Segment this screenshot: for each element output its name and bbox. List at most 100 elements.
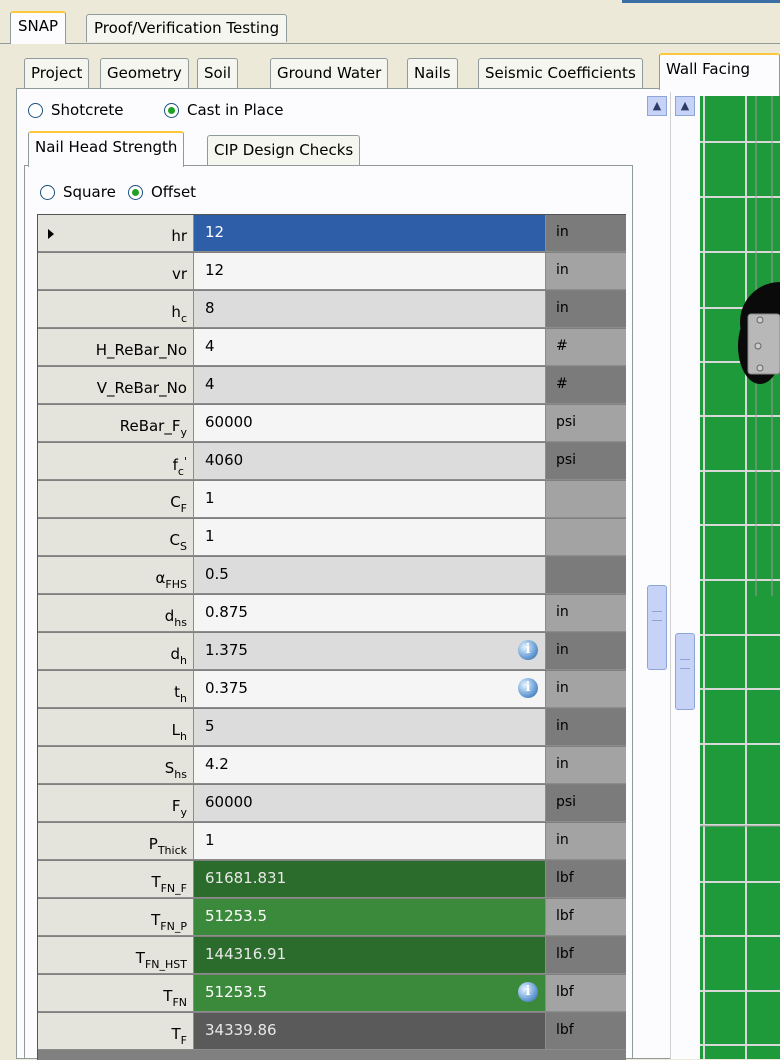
value-cell[interactable]: 0.375 i (194, 671, 546, 708)
row-label: αFHS (38, 557, 194, 594)
table-row[interactable]: TFN_HST 144316.91 lbf (38, 937, 626, 975)
tab-nails[interactable]: Nails (407, 58, 458, 88)
row-label: PThick (38, 823, 194, 860)
tab-nail-head-strength[interactable]: Nail Head Strength (28, 131, 185, 167)
table-row[interactable]: TFN 51253.5 i lbf (38, 975, 626, 1013)
value-cell[interactable]: 144316.91 (194, 937, 546, 974)
value-text: 144316.91 (205, 945, 287, 963)
table-row[interactable]: TFN_P 51253.5 lbf (38, 899, 626, 937)
vertical-scroll-thumb[interactable] (647, 585, 667, 670)
value-cell[interactable]: 12 (194, 215, 546, 252)
value-text: 12 (205, 223, 225, 241)
row-label-subscript: y (180, 426, 187, 439)
drawing-scroll-thumb[interactable] (675, 633, 695, 710)
tab-ground-water[interactable]: Ground Water (270, 58, 389, 88)
row-label-text: T (151, 911, 161, 929)
table-row[interactable]: Lh 5 in (38, 709, 626, 747)
value-cell[interactable]: 4.2 (194, 747, 546, 784)
row-label-subscript: y (180, 806, 187, 819)
value-cell[interactable]: 4 (194, 329, 546, 366)
value-cell[interactable]: 1.375 i (194, 633, 546, 670)
tab-strip-divider (0, 43, 780, 44)
drawing-scroll-up-button[interactable]: ▲ (675, 96, 695, 116)
table-row[interactable]: PThick 1 in (38, 823, 626, 861)
row-label-subscript: hs (174, 768, 187, 781)
value-cell[interactable]: 34339.86 (194, 1013, 546, 1050)
value-cell[interactable]: 61681.831 (194, 861, 546, 898)
shotcrete-radio[interactable] (28, 103, 43, 118)
value-cell[interactable]: 4 (194, 367, 546, 404)
tab-project[interactable]: Project (24, 58, 90, 88)
table-row[interactable]: αFHS 0.5 (38, 557, 626, 595)
value-cell[interactable]: 12 (194, 253, 546, 290)
value-text: 4 (205, 375, 215, 393)
table-row[interactable]: dhs 0.875 in (38, 595, 626, 633)
row-label-subscript: FN_F (160, 882, 187, 895)
tab-wall-facing[interactable]: Wall Facing (659, 53, 780, 90)
table-row[interactable]: hr 12 in (38, 215, 626, 253)
rebar-grid-drawing (700, 96, 780, 1059)
value-text: 4060 (205, 451, 244, 469)
tab-snap[interactable]: SNAP (10, 11, 67, 44)
value-cell[interactable]: 1 (194, 823, 546, 860)
unit-cell: lbf (546, 937, 626, 974)
info-icon[interactable]: i (518, 640, 538, 660)
row-label: CS (38, 519, 194, 556)
value-cell[interactable]: 4060 (194, 443, 546, 480)
tab-soil[interactable]: Soil (197, 58, 239, 88)
row-label-text: d (164, 607, 175, 625)
cast-in-place-label: Cast in Place (187, 101, 284, 119)
row-label: dhs (38, 595, 194, 632)
tab-proof-verification-testing[interactable]: Proof/Verification Testing (86, 14, 288, 42)
table-row[interactable]: H_ReBar_No 4 # (38, 329, 626, 367)
table-row[interactable]: TFN_F 61681.831 lbf (38, 861, 626, 899)
value-cell[interactable]: 8 (194, 291, 546, 328)
row-label-subscript: c (180, 312, 187, 325)
tab-cip-design-checks[interactable]: CIP Design Checks (207, 135, 361, 165)
cast-in-place-radio[interactable] (164, 103, 179, 118)
table-row[interactable]: vr 12 in (38, 253, 626, 291)
square-radio[interactable] (40, 185, 55, 200)
value-cell[interactable]: 60000 (194, 405, 546, 442)
row-label-text: V_ReBar_No (96, 379, 187, 397)
info-icon[interactable]: i (518, 678, 538, 698)
table-row[interactable]: dh 1.375 i in (38, 633, 626, 671)
table-row[interactable]: ReBar_Fy 60000 psi (38, 405, 626, 443)
value-cell[interactable]: 1 (194, 481, 546, 518)
value-cell[interactable]: 1 (194, 519, 546, 556)
offset-radio[interactable] (128, 185, 143, 200)
table-row[interactable]: hc 8 in (38, 291, 626, 329)
value-cell[interactable]: 0.5 (194, 557, 546, 594)
tab-seismic-coefficients[interactable]: Seismic Coefficients (478, 58, 643, 88)
value-text: 8 (205, 299, 215, 317)
row-label: TF (38, 1013, 194, 1050)
value-cell[interactable]: 51253.5 i (194, 975, 546, 1012)
unit-cell: psi (546, 785, 626, 822)
info-icon[interactable]: i (518, 982, 538, 1002)
unit-cell: in (546, 291, 626, 328)
scroll-up-button[interactable]: ▲ (647, 96, 667, 116)
table-row[interactable]: CF 1 (38, 481, 626, 519)
table-row[interactable]: Fy 60000 psi (38, 785, 626, 823)
wall-facing-drawing (700, 96, 780, 1059)
row-label: H_ReBar_No (38, 329, 194, 366)
table-row[interactable]: th 0.375 i in (38, 671, 626, 709)
table-row[interactable]: CS 1 (38, 519, 626, 557)
table-row[interactable]: TF 34339.86 lbf (38, 1013, 626, 1051)
value-cell[interactable]: 60000 (194, 785, 546, 822)
row-label-subscript: hs (174, 616, 187, 629)
value-cell[interactable]: 0.875 (194, 595, 546, 632)
value-cell[interactable]: 5 (194, 709, 546, 746)
value-text: 0.5 (205, 565, 229, 583)
drawing-scrollbar-track (670, 92, 701, 1059)
row-label-text: hr (171, 227, 187, 245)
unit-cell: in (546, 595, 626, 632)
row-label-text: H_ReBar_No (95, 341, 187, 359)
table-row[interactable]: fc' 4060 psi (38, 443, 626, 481)
row-label: Fy (38, 785, 194, 822)
value-text: 12 (205, 261, 225, 279)
value-cell[interactable]: 51253.5 (194, 899, 546, 936)
table-row[interactable]: V_ReBar_No 4 # (38, 367, 626, 405)
table-row[interactable]: Shs 4.2 in (38, 747, 626, 785)
tab-geometry[interactable]: Geometry (100, 58, 189, 88)
